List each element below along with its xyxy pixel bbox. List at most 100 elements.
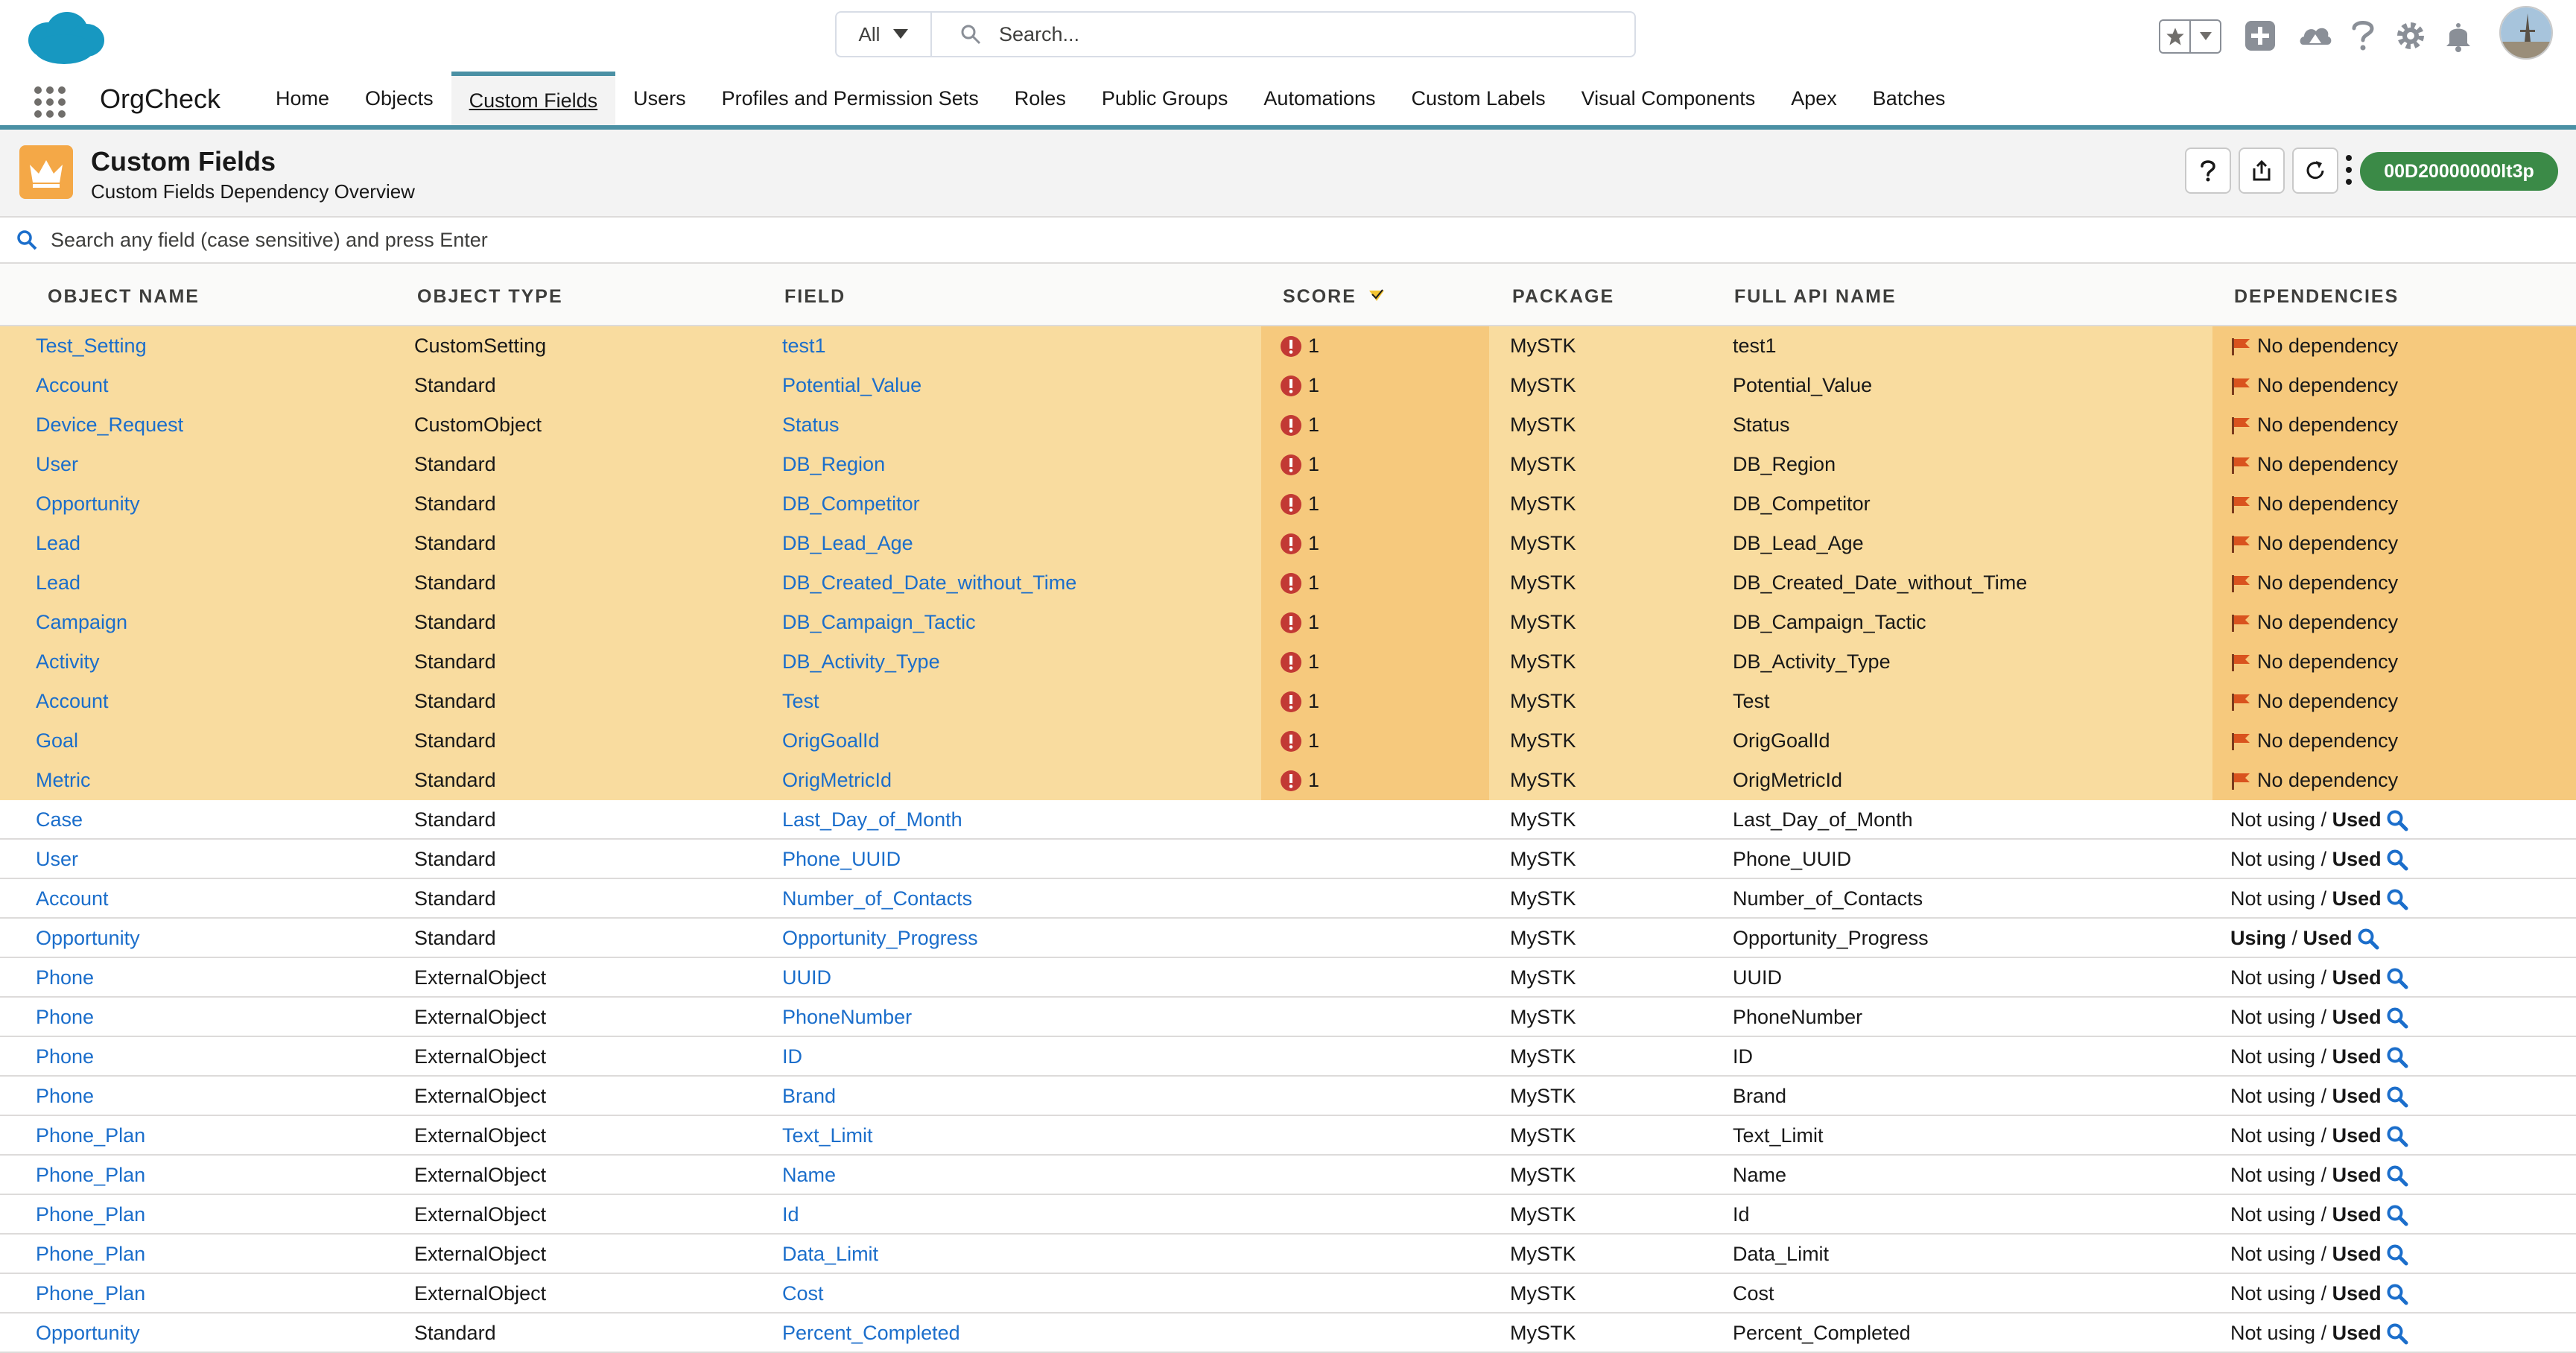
field-link[interactable]: Last_Day_of_Month	[782, 800, 962, 840]
field-link[interactable]: Test	[782, 682, 819, 721]
tab-automations[interactable]: Automations	[1246, 72, 1393, 125]
field-link[interactable]: PhoneNumber	[782, 998, 912, 1037]
global-actions-icon[interactable]	[2244, 19, 2277, 52]
tab-profiles-and-permission-sets[interactable]: Profiles and Permission Sets	[704, 72, 997, 125]
view-dependencies-icon[interactable]	[2357, 928, 2379, 950]
view-dependencies-icon[interactable]	[2386, 1125, 2408, 1147]
tab-visual-components[interactable]: Visual Components	[1564, 72, 1774, 125]
gear-icon[interactable]	[2394, 19, 2427, 52]
object-name-link[interactable]: Lead	[36, 563, 80, 603]
search-scope-select[interactable]: All	[837, 13, 932, 56]
salesforce-cloud-logo[interactable]	[21, 7, 110, 67]
object-name-link[interactable]: Phone_Plan	[36, 1235, 145, 1274]
view-dependencies-icon[interactable]	[2386, 849, 2408, 871]
field-filter-input[interactable]	[49, 227, 2576, 253]
view-dependencies-icon[interactable]	[2386, 1046, 2408, 1068]
object-name-link[interactable]: Phone_Plan	[36, 1156, 145, 1195]
view-dependencies-icon[interactable]	[2386, 1165, 2408, 1187]
field-link[interactable]: DB_Region	[782, 445, 885, 484]
object-name-link[interactable]: Account	[36, 682, 109, 721]
object-name-link[interactable]: Opportunity	[36, 484, 140, 524]
object-name-link[interactable]: Case	[36, 800, 83, 840]
object-name-link[interactable]: Phone_Plan	[36, 1195, 145, 1235]
object-name-link[interactable]: Phone	[36, 1037, 94, 1077]
tab-batches[interactable]: Batches	[1855, 72, 1964, 125]
tab-home[interactable]: Home	[258, 72, 347, 125]
field-link[interactable]: Opportunity_Progress	[782, 919, 978, 958]
bell-icon[interactable]	[2443, 19, 2473, 52]
field-link[interactable]: DB_Activity_Type	[782, 642, 940, 682]
object-name-link[interactable]: Lead	[36, 524, 80, 563]
view-dependencies-icon[interactable]	[2386, 1322, 2408, 1345]
column-header-object-type[interactable]: OBJECT TYPE	[417, 286, 563, 308]
tab-objects[interactable]: Objects	[347, 72, 451, 125]
view-dependencies-icon[interactable]	[2386, 888, 2408, 910]
field-link[interactable]: OrigMetricId	[782, 761, 892, 800]
favorites-list-button[interactable]	[2191, 21, 2220, 52]
object-name-link[interactable]: Phone	[36, 998, 94, 1037]
object-name-link[interactable]: User	[36, 445, 78, 484]
favorites-star-button[interactable]	[2160, 21, 2191, 52]
column-header-object-name[interactable]: OBJECT NAME	[48, 286, 200, 308]
refresh-button[interactable]	[2292, 148, 2338, 194]
object-name-link[interactable]: Test_Setting	[36, 326, 147, 366]
field-link[interactable]: Id	[782, 1195, 799, 1235]
trailhead-icon[interactable]	[2297, 19, 2333, 52]
avatar[interactable]	[2499, 6, 2553, 60]
field-link[interactable]: DB_Competitor	[782, 484, 920, 524]
field-link[interactable]: DB_Lead_Age	[782, 524, 913, 563]
object-name-link[interactable]: Opportunity	[36, 919, 140, 958]
tab-custom-labels[interactable]: Custom Labels	[1394, 72, 1564, 125]
field-link[interactable]: Brand	[782, 1077, 836, 1116]
object-name-link[interactable]: Device_Request	[36, 405, 183, 445]
column-header-package[interactable]: PACKAGE	[1512, 286, 1614, 308]
tab-roles[interactable]: Roles	[997, 72, 1084, 125]
export-button[interactable]	[2239, 148, 2285, 194]
object-name-link[interactable]: Opportunity	[36, 1314, 140, 1353]
object-name-link[interactable]: Metric	[36, 761, 91, 800]
help-button[interactable]	[2185, 148, 2231, 194]
view-dependencies-icon[interactable]	[2386, 1283, 2408, 1305]
app-launcher-icon[interactable]	[34, 86, 66, 118]
field-link[interactable]: OrigGoalId	[782, 721, 880, 761]
field-link[interactable]: Potential_Value	[782, 366, 921, 405]
view-dependencies-icon[interactable]	[2386, 967, 2408, 989]
field-link[interactable]: DB_Campaign_Tactic	[782, 603, 976, 642]
object-name-link[interactable]: Account	[36, 366, 109, 405]
object-name-link[interactable]: Goal	[36, 721, 78, 761]
view-dependencies-icon[interactable]	[2386, 1243, 2408, 1266]
field-link[interactable]: test1	[782, 326, 826, 366]
field-link[interactable]: Percent_Completed	[782, 1314, 960, 1353]
column-header-full-api-name[interactable]: FULL API NAME	[1734, 286, 1897, 308]
object-name-link[interactable]: Phone_Plan	[36, 1116, 145, 1156]
field-link[interactable]: Status	[782, 405, 840, 445]
field-link[interactable]: ID	[782, 1037, 802, 1077]
object-name-link[interactable]: Phone_Plan	[36, 1274, 145, 1314]
tab-apex[interactable]: Apex	[1773, 72, 1855, 125]
object-name-link[interactable]: Phone	[36, 958, 94, 998]
field-link[interactable]: DB_Created_Date_without_Time	[782, 563, 1076, 603]
view-dependencies-icon[interactable]	[2386, 809, 2408, 831]
more-actions-icon[interactable]	[2345, 155, 2353, 185]
column-header-field[interactable]: FIELD	[784, 286, 846, 308]
global-search-input[interactable]	[997, 22, 1634, 47]
object-name-link[interactable]: Campaign	[36, 603, 127, 642]
object-name-link[interactable]: Activity	[36, 642, 100, 682]
column-header-dependencies[interactable]: DEPENDENCIES	[2234, 286, 2399, 308]
tab-custom-fields[interactable]: Custom Fields	[451, 72, 616, 125]
object-name-link[interactable]: Account	[36, 879, 109, 919]
view-dependencies-icon[interactable]	[2386, 1204, 2408, 1226]
field-link[interactable]: Cost	[782, 1274, 824, 1314]
object-name-link[interactable]: User	[36, 840, 78, 879]
field-link[interactable]: Text_Limit	[782, 1116, 873, 1156]
field-link[interactable]: Number_of_Contacts	[782, 879, 972, 919]
column-header-score[interactable]: SCORE	[1283, 286, 1386, 308]
object-name-link[interactable]: Phone	[36, 1077, 94, 1116]
tab-users[interactable]: Users	[615, 72, 704, 125]
view-dependencies-icon[interactable]	[2386, 1086, 2408, 1108]
field-link[interactable]: Phone_UUID	[782, 840, 901, 879]
view-dependencies-icon[interactable]	[2386, 1007, 2408, 1029]
field-link[interactable]: UUID	[782, 958, 831, 998]
tab-public-groups[interactable]: Public Groups	[1084, 72, 1246, 125]
field-link[interactable]: Name	[782, 1156, 836, 1195]
